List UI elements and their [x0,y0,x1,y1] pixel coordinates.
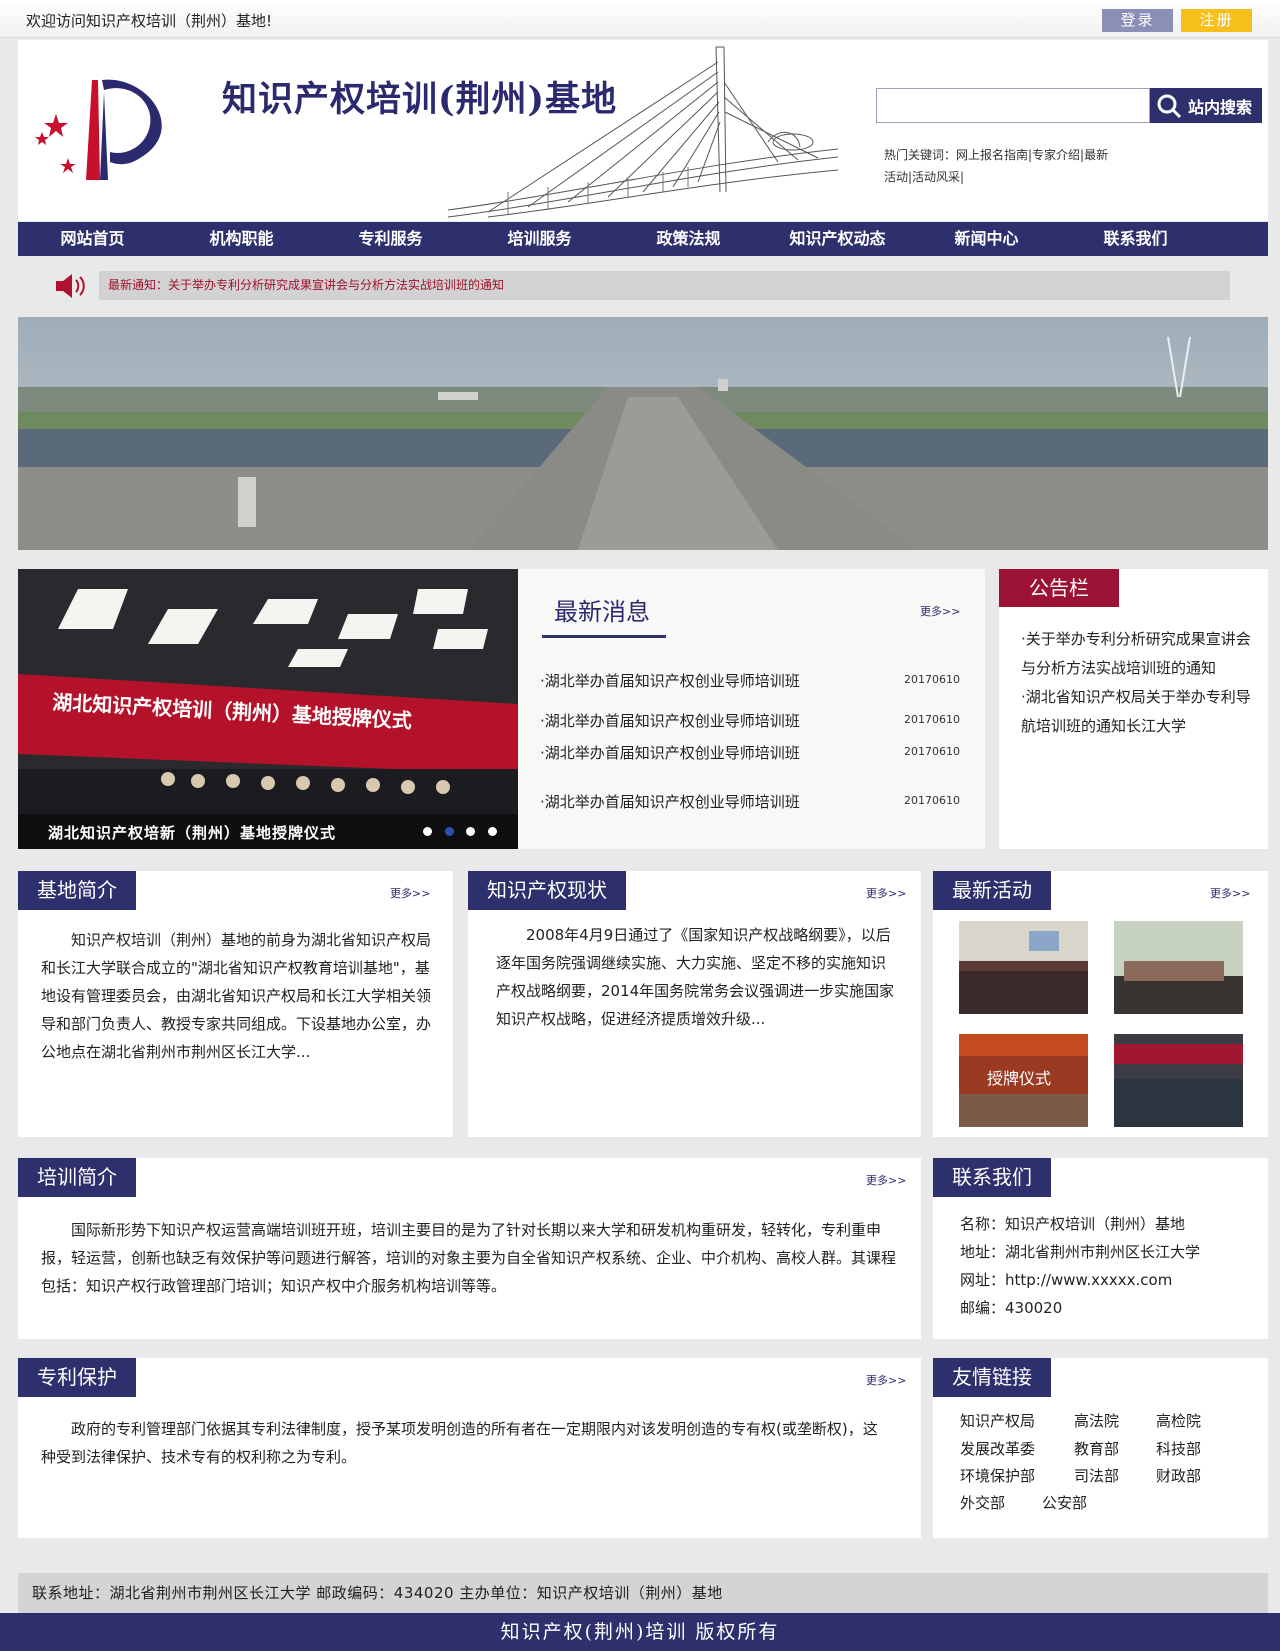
patent-protection-panel: 专利保护 更多>> 政府的专利管理部门依据其专利法律制度，授予某项发明创造的所有… [18,1358,921,1538]
activity-photo[interactable] [959,921,1088,1014]
register-button[interactable]: 注册 [1181,9,1252,32]
patent-protection-title: 专利保护 [18,1358,136,1397]
contact-details: 名称：知识产权培训（荆州）基地 地址：湖北省荆州市荆州区长江大学 网址：http… [960,1210,1200,1322]
bridge-illustration [448,46,838,218]
nav-item-news-center[interactable]: 新闻中心 [912,222,1061,256]
nav-item-home[interactable]: 网站首页 [18,222,167,256]
base-intro-panel: 基地简介 更多>> 知识产权培训（荆州）基地的前身为湖北省知识产权局和长江大学联… [18,871,453,1137]
latest-activities-title: 最新活动 [933,871,1051,910]
ip-status-text: 2008年4月9日通过了《国家知识产权战略纲要》，以后逐年国务院强调继续实施、大… [496,926,895,1028]
bulletin-list: ·关于举办专利分析研究成果宣讲会与分析方法实战培训班的通知 ·湖北省知识产权局关… [1021,625,1261,741]
news-item-date: 20170610 [904,794,960,807]
news-item-title: ·湖北举办首届知识产权创业导师培训班 [540,744,800,762]
news-item-date: 20170610 [904,713,960,726]
nav-item-patent-service[interactable]: 专利服务 [316,222,465,256]
latest-activities-panel: 最新活动 更多>> 授牌仪式 [933,871,1268,1137]
training-intro-text: 国际新形势下知识产权运营高端培训班开班，培训主要目的是为了针对长期以来大学和研发… [41,1221,897,1295]
hot-keywords[interactable]: 热门关键词：网上报名指南|专家介绍|最新活动|活动风采| [884,144,1114,188]
main-nav: 网站首页 机构职能 专利服务 培训服务 政策法规 知识产权动态 新闻中心 联系我… [18,222,1268,256]
slide-dot-3[interactable] [466,827,475,836]
friend-link[interactable]: 司法部 [1074,1465,1119,1486]
news-item-title: ·湖北举办首届知识产权创业导师培训班 [540,793,800,811]
slide-dot-2[interactable] [445,827,454,836]
news-item-title: ·湖北举办首届知识产权创业导师培训班 [540,712,800,730]
latest-activities-more-link[interactable]: 更多>> [1210,885,1250,901]
activity-photo[interactable]: 授牌仪式 [959,1034,1088,1127]
friendly-links-title: 友情链接 [933,1358,1051,1397]
news-item-title: ·湖北举办首届知识产权创业导师培训班 [540,672,800,690]
friend-link[interactable]: 教育部 [1074,1438,1119,1459]
city-banner-photo [18,317,1268,550]
footer-copyright: 知识产权(荆州)培训 版权所有 [0,1613,1280,1651]
nav-item-training-service[interactable]: 培训服务 [465,222,614,256]
contact-name: 名称：知识产权培训（荆州）基地 [960,1215,1186,1233]
contact-address: 地址：湖北省荆州市荆州区长江大学 [960,1243,1201,1261]
login-button[interactable]: 登录 [1102,9,1173,32]
patent-protection-text: 政府的专利管理部门依据其专利法律制度，授予某项发明创造的所有者在一定期限内对该发… [41,1420,878,1466]
training-intro-title: 培训简介 [18,1158,136,1197]
latest-notice-ticker[interactable]: 最新通知：关于举办专利分析研究成果宣讲会与分析方法实战培训班的通知 [99,271,1230,300]
news-item-date: 20170610 [904,673,960,686]
search-icon [1157,94,1182,118]
patent-protection-more-link[interactable]: 更多>> [866,1372,906,1388]
news-item[interactable]: ·湖北举办首届知识产权创业导师培训班 20170610 [540,710,960,731]
nav-item-ip-news[interactable]: 知识产权动态 [763,222,912,256]
activity-photo[interactable] [1114,921,1243,1014]
title-underline [542,635,666,638]
bulletin-item[interactable]: ·关于举办专利分析研究成果宣讲会与分析方法实战培训班的通知 [1021,625,1261,683]
speaker-icon [56,274,85,298]
friend-link[interactable]: 知识产权局 [960,1410,1035,1431]
friend-link[interactable]: 环境保护部 [960,1465,1035,1486]
nav-item-functions[interactable]: 机构职能 [167,222,316,256]
contact-postcode: 邮编：430020 [960,1299,1063,1317]
top-bar: 欢迎访问知识产权培训（荆州）基地! 登录 注册 [0,0,1280,38]
bulletin-title: 公告栏 [999,569,1119,607]
slideshow[interactable]: 湖北知识产权培训（荆州）基地授牌仪式 湖北知识产权培新（荆州）基地授牌仪式 [18,569,518,849]
base-intro-text: 知识产权培训（荆州）基地的前身为湖北省知识产权局和长江大学联合成立的"湖北省知识… [41,931,432,1061]
latest-news-title: 最新消息 [554,598,650,626]
base-intro-title: 基地简介 [18,871,136,910]
footer-info: 联系地址：湖北省荆州市荆州区长江大学 邮政编码：434020 主办单位：知识产权… [18,1573,1268,1613]
contact-title: 联系我们 [933,1158,1051,1197]
friend-link[interactable]: 发展改革委 [960,1438,1035,1459]
friend-link[interactable]: 公安部 [1042,1492,1087,1513]
bulletin-item[interactable]: ·湖北省知识产权局关于举办专利导航培训班的通知长江大学 [1021,683,1261,741]
welcome-text: 欢迎访问知识产权培训（荆州）基地! [26,12,273,30]
site-logo[interactable] [28,70,178,190]
base-intro-more-link[interactable]: 更多>> [390,885,430,901]
search-button-label: 站内搜索 [1188,97,1253,117]
friendly-links-panel: 友情链接 知识产权局 高法院 高检院 发展改革委 教育部 科技部 环境保护部 司… [933,1358,1268,1538]
ip-status-more-link[interactable]: 更多>> [866,885,906,901]
ip-status-title: 知识产权现状 [468,871,626,910]
nav-item-contact[interactable]: 联系我们 [1061,222,1210,256]
search-button[interactable]: 站内搜索 [1150,88,1262,123]
nav-item-policy[interactable]: 政策法规 [614,222,763,256]
activity-photo[interactable] [1114,1034,1243,1127]
slide-dot-1[interactable] [423,827,432,836]
news-item[interactable]: ·湖北举办首届知识产权创业导师培训班 20170610 [540,742,960,763]
training-intro-more-link[interactable]: 更多>> [866,1172,906,1188]
search-input[interactable] [876,88,1150,123]
activity-photo-caption: 授牌仪式 [987,1069,1051,1088]
latest-news-more-link[interactable]: 更多>> [920,603,960,619]
friend-link[interactable]: 外交部 [960,1492,1005,1513]
slide-photo: 湖北知识产权培训（荆州）基地授牌仪式 [18,569,518,849]
slide-caption-bar: 湖北知识产权培新（荆州）基地授牌仪式 [18,814,518,849]
contact-panel: 联系我们 名称：知识产权培训（荆州）基地 地址：湖北省荆州市荆州区长江大学 网址… [933,1158,1268,1339]
contact-website[interactable]: 网址：http://www.xxxxx.com [960,1266,1200,1294]
latest-news-panel: 最新消息 更多>> ·湖北举办首届知识产权创业导师培训班 20170610 ·湖… [518,569,985,849]
slide-caption: 湖北知识产权培新（荆州）基地授牌仪式 [48,824,337,842]
training-intro-panel: 培训简介 更多>> 国际新形势下知识产权运营高端培训班开班，培训主要目的是为了针… [18,1158,921,1339]
friend-link[interactable]: 高检院 [1156,1410,1201,1431]
friend-link[interactable]: 财政部 [1156,1465,1201,1486]
site-header: 知识产权培训(荆州)基地 站内搜索 热门关键词：网上报名指南|专家介绍|最新活动… [18,40,1268,221]
friend-link[interactable]: 科技部 [1156,1438,1201,1459]
slide-dot-4[interactable] [488,827,497,836]
news-item-date: 20170610 [904,745,960,758]
bulletin-panel: 公告栏 ·关于举办专利分析研究成果宣讲会与分析方法实战培训班的通知 ·湖北省知识… [999,569,1268,849]
friend-link[interactable]: 高法院 [1074,1410,1119,1431]
news-item[interactable]: ·湖北举办首届知识产权创业导师培训班 20170610 [540,670,960,691]
news-item[interactable]: ·湖北举办首届知识产权创业导师培训班 20170610 [540,791,960,812]
ip-status-panel: 知识产权现状 更多>> 2008年4月9日通过了《国家知识产权战略纲要》，以后逐… [468,871,921,1137]
